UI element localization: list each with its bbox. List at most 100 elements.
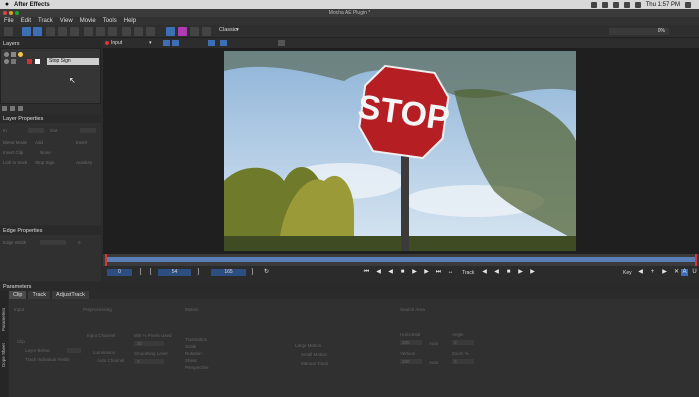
edge-width-slider[interactable] xyxy=(40,240,66,245)
small-motion-radio[interactable]: Small Motion xyxy=(301,352,327,357)
in-frame-field[interactable]: 0 xyxy=(107,269,132,276)
horizontal-auto-checkbox[interactable]: Auto xyxy=(429,341,438,346)
link-icon[interactable] xyxy=(122,27,131,36)
surface-icon[interactable] xyxy=(166,27,175,36)
search-icon[interactable] xyxy=(685,1,691,8)
undo-key-icon[interactable]: U xyxy=(691,269,698,276)
rotation-checkbox[interactable]: Rotation xyxy=(185,351,202,356)
link-track-select[interactable]: Stop Sign xyxy=(35,160,55,165)
layer-below-select[interactable]: Layer Below xyxy=(25,348,50,353)
large-motion-radio[interactable]: Large Motion xyxy=(295,343,321,348)
menu-track[interactable]: Track xyxy=(38,17,53,25)
perspective-checkbox[interactable]: Perspective xyxy=(185,365,209,370)
add-key-icon[interactable]: + xyxy=(649,269,656,276)
autokey-icon[interactable]: A xyxy=(681,269,688,276)
manual-track-radio[interactable]: Manual Track xyxy=(301,361,328,366)
menu-edit[interactable]: Edit xyxy=(21,17,31,25)
shear-checkbox[interactable]: Shear xyxy=(185,358,197,363)
in-field[interactable] xyxy=(28,128,44,133)
out-frame-field[interactable]: 165 xyxy=(211,269,246,276)
side-tab-dope-sheet[interactable]: Dope Sheet xyxy=(1,343,6,367)
chevron-down-icon[interactable]: ▾ xyxy=(236,27,239,33)
zoom-field[interactable]: 0% xyxy=(609,28,669,35)
insert-clip-select[interactable]: None xyxy=(40,150,51,155)
set-out-icon[interactable]: ] xyxy=(249,269,256,276)
lock-icon[interactable] xyxy=(11,52,16,57)
track-forward-frame-icon[interactable]: ▶ xyxy=(517,269,524,276)
delete-key-icon[interactable]: ✕ xyxy=(673,269,680,276)
mac-clock[interactable]: Thu 1:57 PM xyxy=(646,2,680,8)
prev-key-icon[interactable]: ◀ xyxy=(637,269,644,276)
grid-icon[interactable] xyxy=(178,27,187,36)
tab-clip[interactable]: Clip xyxy=(9,291,27,299)
current-frame-field[interactable]: 54 xyxy=(158,269,191,276)
close-window-icon[interactable] xyxy=(3,11,7,15)
track-forward-icon[interactable]: ▶ xyxy=(529,269,536,276)
loop-icon[interactable]: ↻ xyxy=(263,269,270,276)
minimize-window-icon[interactable] xyxy=(9,11,13,15)
autokey-button[interactable]: Autokey xyxy=(76,160,92,165)
invert-checkbox[interactable]: Invert xyxy=(76,140,87,145)
ellipse-tool-icon[interactable] xyxy=(108,27,117,36)
record-icon[interactable] xyxy=(105,41,109,45)
transform-icon[interactable] xyxy=(134,27,143,36)
luminance-radio[interactable]: Luminance xyxy=(93,350,115,355)
track-backward-icon[interactable]: ◀ xyxy=(481,269,488,276)
track-fields-checkbox[interactable]: Track Individual Fields xyxy=(25,357,70,362)
visibility-icon[interactable] xyxy=(4,52,9,57)
menu-help[interactable]: Help xyxy=(124,17,136,25)
input-select[interactable]: Input xyxy=(111,40,122,46)
timeline-bar[interactable] xyxy=(103,254,699,266)
new-layer-icon[interactable] xyxy=(2,106,7,111)
lock-icon[interactable] xyxy=(11,59,16,64)
timeline-track[interactable] xyxy=(105,257,697,262)
mac-app-name[interactable]: After Effects xyxy=(14,2,50,8)
settings-icon[interactable] xyxy=(278,40,285,46)
side-tab-parameters[interactable]: Parameters xyxy=(1,308,6,331)
overlay-icon[interactable] xyxy=(172,40,179,46)
stop-icon[interactable]: ■ xyxy=(399,269,406,276)
out-point-marker[interactable] xyxy=(695,254,697,266)
status-icon[interactable] xyxy=(612,1,619,8)
translation-checkbox[interactable]: Translation xyxy=(185,337,207,342)
go-start-icon[interactable]: ⏮ xyxy=(363,269,370,276)
layer-name[interactable]: Stop Sign xyxy=(47,58,99,65)
tab-adjust-track[interactable]: AdjustTrack xyxy=(52,291,89,299)
matte-icon[interactable] xyxy=(35,59,40,64)
set-in-icon[interactable]: [ xyxy=(137,269,144,276)
go-end-icon[interactable]: ⏭ xyxy=(435,269,442,276)
layer-below-dropdown[interactable] xyxy=(67,348,81,353)
rectangle-tool-icon[interactable] xyxy=(96,27,105,36)
save-icon[interactable] xyxy=(4,27,13,36)
apple-icon[interactable]: ● xyxy=(0,1,14,8)
chevron-down-icon[interactable]: ▾ xyxy=(149,40,152,46)
move-icon[interactable] xyxy=(146,27,155,36)
step-forward-icon[interactable]: ▶ xyxy=(423,269,430,276)
zoom-window-icon[interactable] xyxy=(15,11,19,15)
step-back-icon[interactable]: ◀ xyxy=(375,269,382,276)
eye-icon[interactable] xyxy=(4,59,9,64)
scale-checkbox[interactable]: Scale xyxy=(185,344,196,349)
workspace-select[interactable]: Classic xyxy=(219,27,237,33)
go-out-icon[interactable]: ] xyxy=(195,269,202,276)
layer-row[interactable]: Stop Sign xyxy=(3,58,99,65)
status-icon[interactable] xyxy=(601,1,608,8)
vertical-auto-checkbox[interactable]: Auto xyxy=(429,360,438,365)
resize-icon[interactable]: ↔ xyxy=(447,269,454,276)
clip-frame[interactable]: STOP xyxy=(224,51,576,251)
layer-color-swatch[interactable] xyxy=(27,59,32,64)
align-icon[interactable] xyxy=(190,27,199,36)
play-icon[interactable]: ▶ xyxy=(411,269,418,276)
battery-icon[interactable] xyxy=(634,1,641,8)
track-back-frame-icon[interactable]: ◀ xyxy=(493,269,500,276)
edge-width-value[interactable]: 0 xyxy=(78,240,81,245)
view-mode-icon[interactable] xyxy=(163,40,170,46)
menu-view[interactable]: View xyxy=(60,17,73,25)
blend-mode-select[interactable]: Add xyxy=(35,140,43,145)
track-stop-icon[interactable]: ■ xyxy=(505,269,512,276)
wifi-icon[interactable] xyxy=(623,1,630,8)
delete-layer-icon[interactable] xyxy=(18,106,23,111)
color-icon[interactable] xyxy=(18,52,23,57)
select-all-tool-icon[interactable] xyxy=(33,27,42,36)
hand-tool-icon[interactable] xyxy=(58,27,67,36)
